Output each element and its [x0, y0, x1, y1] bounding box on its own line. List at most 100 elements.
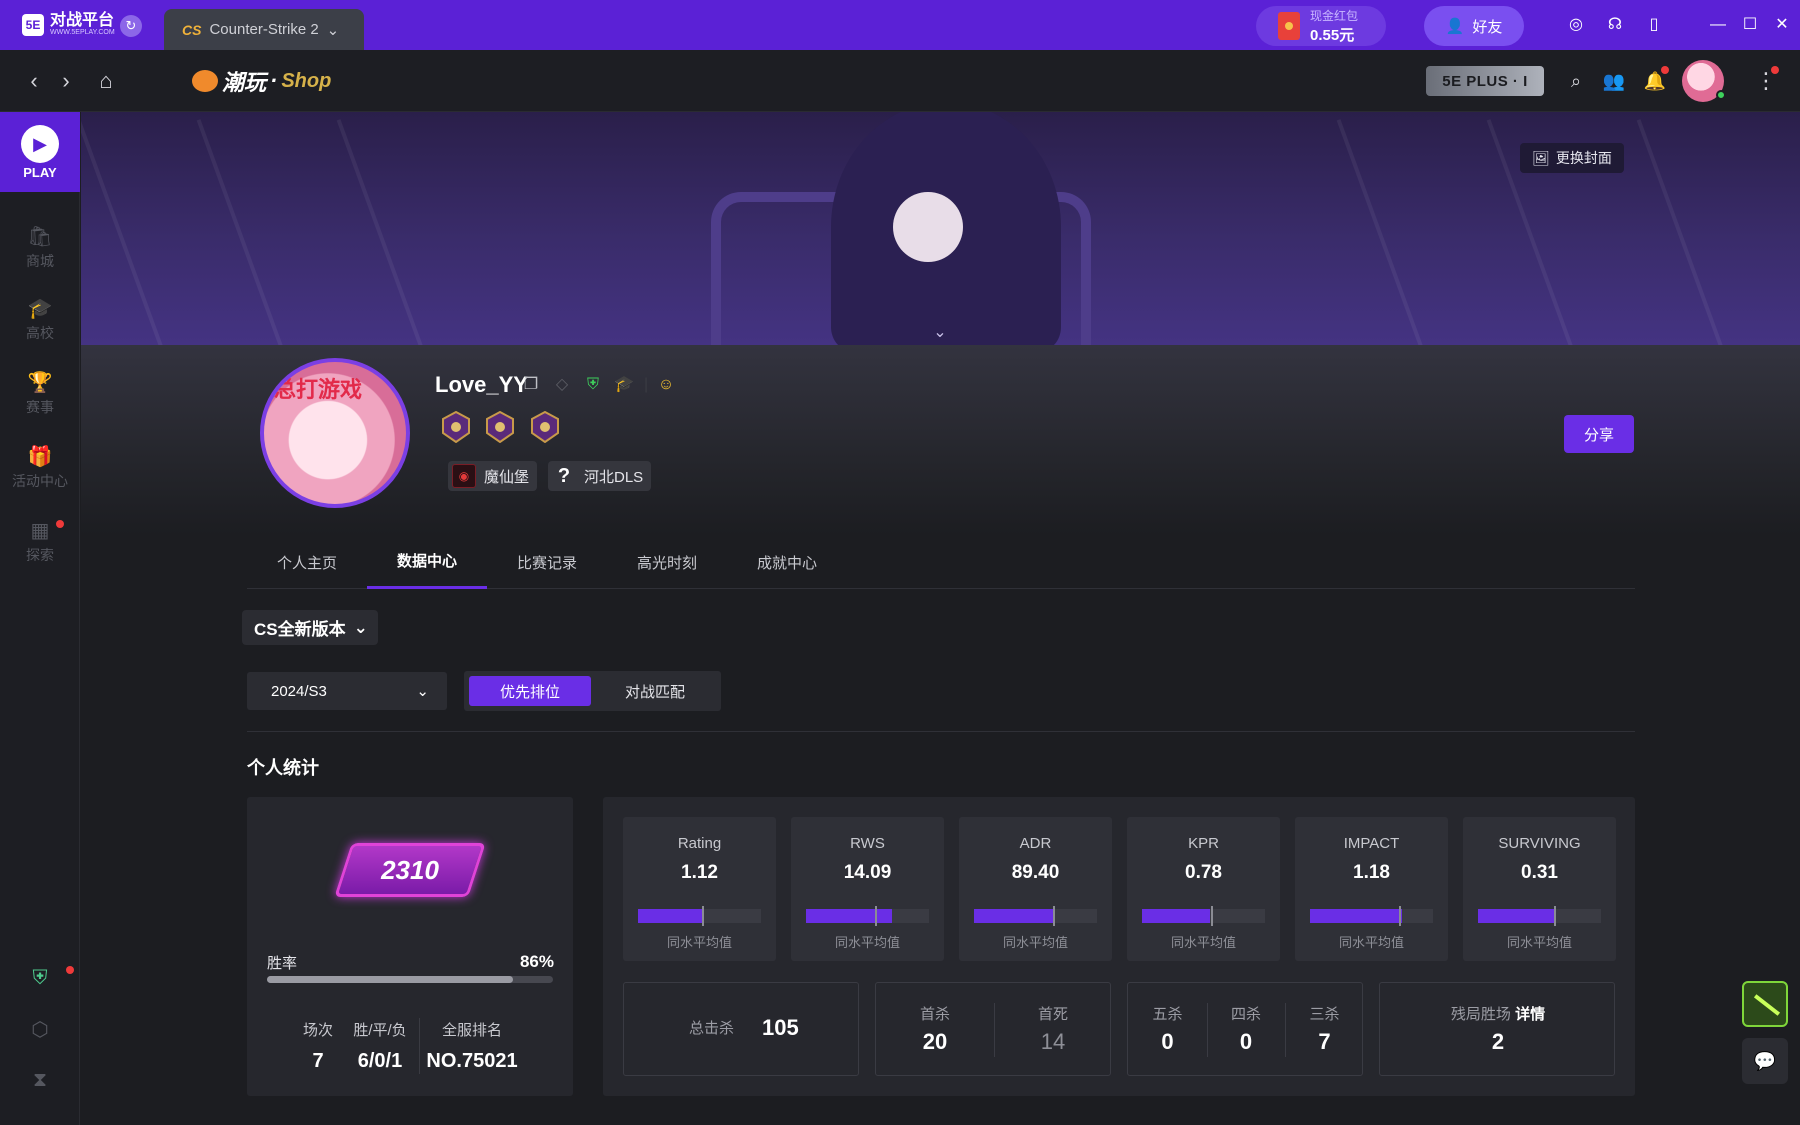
tab-data-center[interactable]: 数据中心 [367, 535, 487, 589]
tab-home[interactable]: 个人主页 [247, 535, 367, 589]
graduation-cap-icon[interactable]: 🎓 [613, 374, 635, 396]
diamond-icon[interactable]: ◇ [551, 374, 573, 396]
first-death-value: 14 [1040, 1029, 1066, 1054]
season-select-value: 2024/S3 [271, 682, 327, 700]
hourglass-icon: ⧗ [32, 1069, 48, 1091]
banner-stripe [196, 119, 290, 345]
sidebar-anticheat[interactable]: ⛨ [0, 948, 80, 1008]
tab-achievements[interactable]: 成就中心 [727, 535, 847, 589]
metric-average-label: 同水平均值 [834, 935, 900, 950]
multi-kill-card: 五杀 0 四杀 0 三杀 7 [1127, 982, 1363, 1076]
smiley-icon[interactable]: ☺ [655, 374, 677, 396]
season-select[interactable]: 2024/S3 ⌄ [247, 672, 447, 710]
tab-match-history[interactable]: 比赛记录 [487, 535, 607, 589]
matches-stat: 场次 7 [290, 1019, 346, 1073]
first-kill-card: 首杀 20 首死 14 [875, 982, 1111, 1076]
friends-button[interactable]: 👤 好友 [1424, 6, 1524, 46]
winrate-bar [267, 976, 553, 983]
maximize-icon[interactable]: ☐ [1738, 13, 1762, 37]
banner-stripe [1336, 119, 1430, 345]
forward-icon[interactable]: › [52, 67, 80, 95]
region-tag[interactable]: ? 河北DLS [548, 461, 652, 491]
metric-bar [638, 906, 761, 926]
search-icon[interactable]: ⌕ [1562, 67, 1590, 95]
rank-score: 2310 [381, 854, 439, 885]
tab-highlights[interactable]: 高光时刻 [607, 535, 727, 589]
medal-icon[interactable] [485, 410, 515, 444]
first-kill-value: 20 [922, 1029, 948, 1054]
triple-kill-value: 7 [1318, 1029, 1331, 1054]
lightsaber-icon[interactable] [1742, 981, 1788, 1027]
metric-average-marker [1554, 906, 1557, 926]
server-rank-label: 全服排名 [441, 1022, 502, 1039]
avatar-caption: 总打游戏 [274, 377, 363, 402]
redpacket-button[interactable]: 现金红包 0.55元 [1256, 6, 1386, 46]
mode-matchmaking[interactable]: 对战匹配 [594, 676, 716, 706]
sidebar-item-shop[interactable]: 🛍 商城 [0, 218, 80, 278]
chevron-down-icon: ⌄ [353, 617, 368, 637]
contacts-icon[interactable]: 👥 [1600, 67, 1628, 95]
winrate-label: 胜率 [267, 955, 298, 972]
clutch-card: 残局胜场 详情 2 [1379, 982, 1615, 1076]
play-button[interactable]: ▶ PLAY [0, 112, 80, 192]
back-icon[interactable]: ‹ [20, 67, 48, 95]
close-icon[interactable]: ✕ [1770, 13, 1794, 37]
sidebar-item-events[interactable]: 🏆 赛事 [0, 364, 80, 424]
app-logo[interactable]: 5E 对战平台 WWW.5EPLAY.COM [22, 10, 115, 40]
profile-avatar: 总打游戏 [260, 358, 410, 508]
metric-value: 1.18 [1353, 862, 1390, 883]
sidebar-item-explore[interactable]: ▦ 探索 [0, 512, 80, 572]
collapse-banner-button[interactable]: ⌄ [920, 322, 960, 346]
medal-icon[interactable] [441, 410, 471, 444]
metric-bar [806, 906, 929, 926]
sidebar-item-label: 探索 [26, 546, 54, 563]
medal-icon[interactable] [530, 410, 560, 444]
chevron-down-icon: ⌄ [326, 21, 340, 39]
copy-icon[interactable]: ❐ [520, 374, 542, 396]
change-cover-label: 更换封面 [1555, 150, 1612, 166]
team-tag[interactable]: ◉ 魔仙堡 [448, 461, 538, 491]
winrate-bar-fill [267, 976, 513, 983]
home-icon[interactable]: ⌂ [92, 67, 120, 95]
sidebar-item-college[interactable]: 🎓 高校 [0, 290, 80, 350]
grid-icon: ▦ [30, 519, 50, 542]
winrate-value: 86% [519, 952, 554, 971]
metric-bar [1142, 906, 1265, 926]
chat-icon[interactable]: 💬 [1742, 1038, 1788, 1084]
mobile-icon[interactable]: ▯ [1642, 13, 1666, 37]
total-kills-card: 总击杀 105 [623, 982, 859, 1076]
sidebar-item-label: 赛事 [26, 398, 54, 415]
more-icon[interactable]: ⋮ [1752, 67, 1780, 95]
metric-average-marker [874, 906, 877, 926]
user-avatar[interactable] [1682, 60, 1726, 102]
gift-icon: 🎁 [27, 445, 53, 468]
metric-average-marker [701, 906, 704, 926]
metric-name: KPR [1188, 835, 1219, 852]
plus-badge[interactable]: 5E PLUS · I [1426, 66, 1544, 96]
version-select[interactable]: CS全新版本 ⌄ [242, 610, 378, 645]
verified-shield-icon[interactable]: ⛨ [582, 374, 604, 396]
sidebar-hourglass[interactable]: ⧗ [0, 1050, 80, 1110]
game-tab[interactable]: CS Counter-Strike 2 ⌄ [164, 9, 364, 50]
change-cover-button[interactable]: 🖼 更换封面 [1520, 143, 1624, 173]
clutch-detail-link[interactable]: 详情 [1515, 1006, 1545, 1023]
sidebar-item-activity[interactable]: 🎁 活动中心 [0, 438, 80, 498]
total-kills-value: 105 [762, 1015, 799, 1040]
minimize-icon[interactable]: — [1706, 13, 1730, 37]
triple-kill-label: 三杀 [1309, 1006, 1340, 1023]
clutch-label: 残局胜场 [1450, 1006, 1511, 1023]
refresh-icon[interactable]: ↻ [120, 15, 142, 37]
sidebar-item-label: 商城 [26, 252, 54, 269]
team-tag-label: 魔仙堡 [484, 468, 530, 486]
metric-name: SURVIVING [1498, 835, 1581, 852]
wdl-stat: 胜/平/负 6/0/1 [346, 1019, 414, 1073]
metric-average-label: 同水平均值 [1506, 935, 1572, 950]
share-button[interactable]: 分享 [1564, 415, 1634, 453]
target-icon[interactable]: ◎ [1564, 13, 1588, 37]
username: Love_YY [435, 372, 528, 397]
support-icon[interactable]: ☊ [1603, 13, 1627, 37]
metric-bar-fill [806, 909, 893, 923]
mode-ranked[interactable]: 优先排位 [469, 676, 591, 706]
shop-brand[interactable]: 潮玩 · Shop [192, 64, 331, 98]
first-death-label: 首死 [1037, 1006, 1068, 1023]
